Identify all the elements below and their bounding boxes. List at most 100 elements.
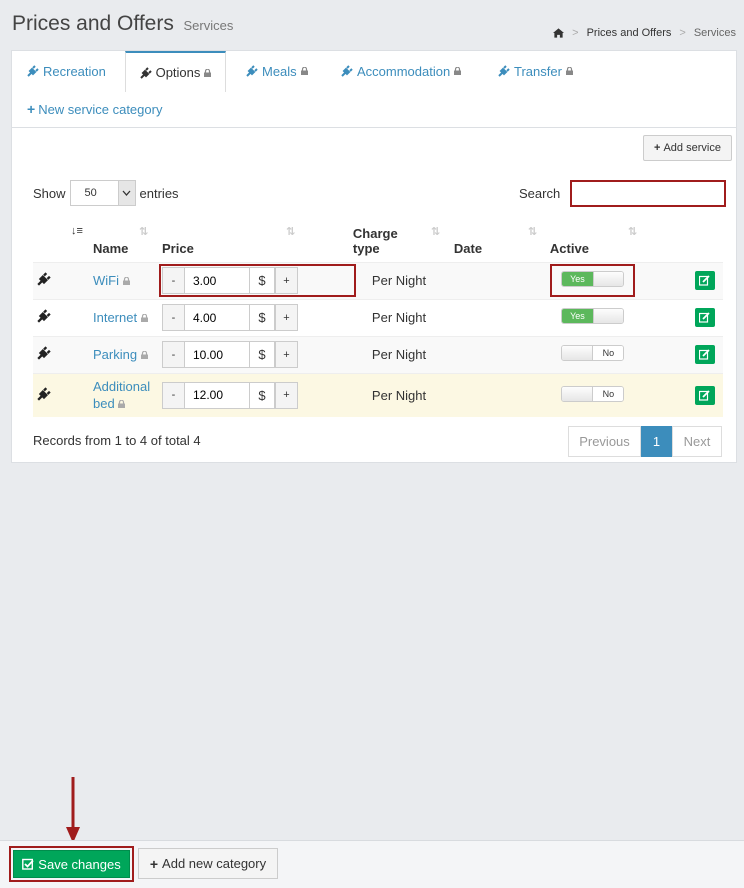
breadcrumb-item-prices[interactable]: Prices and Offers <box>587 27 672 39</box>
price-input[interactable] <box>185 341 249 368</box>
entries-value: 50 <box>84 187 97 199</box>
tab-accommodation[interactable]: Accommodation <box>341 51 462 91</box>
toggle-knob <box>592 309 623 323</box>
tab-meals[interactable]: Meals <box>246 51 308 91</box>
edit-button[interactable] <box>694 385 715 405</box>
price-cell: - $ + <box>162 298 353 336</box>
column-header-name[interactable]: Name <box>93 219 162 263</box>
currency-label: $ <box>249 341 275 368</box>
drag-handle[interactable] <box>33 298 93 336</box>
edit-button[interactable] <box>694 271 715 290</box>
price-stepper: - $ + <box>162 304 353 331</box>
active-toggle[interactable]: No <box>560 345 624 361</box>
plus-icon: + <box>27 101 36 117</box>
lock-icon <box>300 67 308 75</box>
new-service-category-link[interactable]: + New service category <box>27 101 162 117</box>
new-category-label: New service category <box>38 101 163 117</box>
decrement-button[interactable]: - <box>162 341 185 368</box>
price-cell: - $ + <box>159 261 356 299</box>
column-header-active[interactable]: Active ⇅ <box>549 219 695 263</box>
sort-icon: ⇅ <box>627 226 638 238</box>
service-name-link[interactable]: WiFi <box>93 273 119 288</box>
active-toggle[interactable]: Yes <box>560 271 624 287</box>
edit-cell <box>694 335 723 373</box>
decrement-button[interactable]: - <box>162 267 185 294</box>
edit-cell <box>694 372 723 417</box>
date-cell <box>453 372 550 417</box>
active-toggle[interactable]: No <box>560 385 624 402</box>
services-panel: Recreation Options Meals Accommodation T… <box>11 50 737 463</box>
home-icon[interactable] <box>553 28 565 38</box>
column-header-order[interactable]: ↓≡ ⇅ <box>33 219 148 263</box>
lock-icon <box>565 67 573 75</box>
service-name-link[interactable]: Internet <box>93 310 137 325</box>
price-stepper: - $ + <box>162 341 353 368</box>
column-header-charge-type[interactable]: Charge type ⇅ <box>352 219 454 263</box>
price-input[interactable] <box>185 304 249 331</box>
edit-button[interactable] <box>694 308 715 327</box>
date-cell <box>453 335 550 373</box>
breadcrumb: > Prices and Offers > Services <box>553 27 736 39</box>
service-name-link[interactable]: Parking <box>93 347 137 362</box>
toggle-highlight: Yes <box>549 264 635 297</box>
edit-icon <box>699 312 711 323</box>
header-label: Name <box>93 240 129 256</box>
tab-transfer[interactable]: Transfer <box>498 51 573 91</box>
search-label: Search <box>519 186 561 201</box>
services-table: ↓≡ ⇅ Name Price ⇅ Charge type ⇅ Date ⇅ A… <box>33 219 723 417</box>
active-cell: Yes <box>549 261 695 299</box>
breadcrumb-item-services: Services <box>693 27 736 39</box>
increment-button[interactable]: + <box>275 267 298 294</box>
plug-icon <box>139 66 152 79</box>
tab-recreation[interactable]: Recreation <box>27 51 106 91</box>
decrement-button[interactable]: - <box>162 304 185 331</box>
tab-label: Meals <box>262 63 297 79</box>
table-row: Internet - $ + Per Night Yes <box>33 298 723 336</box>
header-label: Date <box>453 240 483 256</box>
add-service-label: Add service <box>663 142 721 154</box>
toggle-on-label: Yes <box>561 309 593 323</box>
toggle-knob <box>592 272 623 286</box>
entries-label: entries <box>139 185 179 201</box>
edit-button[interactable] <box>694 345 715 364</box>
active-toggle[interactable]: Yes <box>560 308 624 324</box>
add-service-button[interactable]: + Add service <box>643 135 732 161</box>
drag-handle[interactable] <box>33 335 93 373</box>
lock-icon <box>204 68 212 77</box>
date-cell <box>453 261 550 299</box>
plug-icon <box>341 65 353 77</box>
entries-select[interactable]: 50 <box>69 180 136 206</box>
tab-options[interactable]: Options <box>125 51 226 92</box>
toggle-knob <box>561 386 593 401</box>
price-cell: - $ + <box>162 335 353 373</box>
column-header-date[interactable]: Date ⇅ <box>453 219 550 263</box>
records-info: Records from 1 to 4 of total 4 <box>33 433 201 448</box>
table-row: WiFi - $ + Per Night Yes <box>33 261 723 299</box>
increment-button[interactable]: + <box>275 381 298 409</box>
save-button[interactable]: Save changes <box>13 850 130 878</box>
increment-button[interactable]: + <box>275 341 298 368</box>
price-input[interactable] <box>185 381 249 409</box>
page-1-button[interactable]: 1 <box>641 426 672 457</box>
active-cell: No <box>549 335 695 373</box>
increment-button[interactable]: + <box>275 304 298 331</box>
plus-icon: + <box>654 142 661 154</box>
drag-handle[interactable] <box>33 261 93 299</box>
check-square-icon <box>22 858 34 870</box>
price-stepper: - $ + <box>159 264 356 297</box>
save-label: Save changes <box>38 856 121 872</box>
column-header-price[interactable]: Price ⇅ <box>162 219 353 263</box>
plug-icon <box>498 65 510 77</box>
next-page-button[interactable]: Next <box>672 426 722 457</box>
date-cell <box>453 298 550 336</box>
drag-handle[interactable] <box>33 372 93 417</box>
charge-type-cell: Per Night <box>352 298 454 336</box>
search-input[interactable] <box>570 180 727 207</box>
decrement-button[interactable]: - <box>162 381 185 409</box>
breadcrumb-separator: > <box>679 27 686 39</box>
previous-page-button[interactable]: Previous <box>568 426 641 457</box>
add-new-category-button[interactable]: + Add new category <box>138 848 278 879</box>
price-input[interactable] <box>185 267 249 294</box>
lock-icon <box>122 276 130 285</box>
table-row: Additional bed - $ + Per Night <box>33 372 723 417</box>
